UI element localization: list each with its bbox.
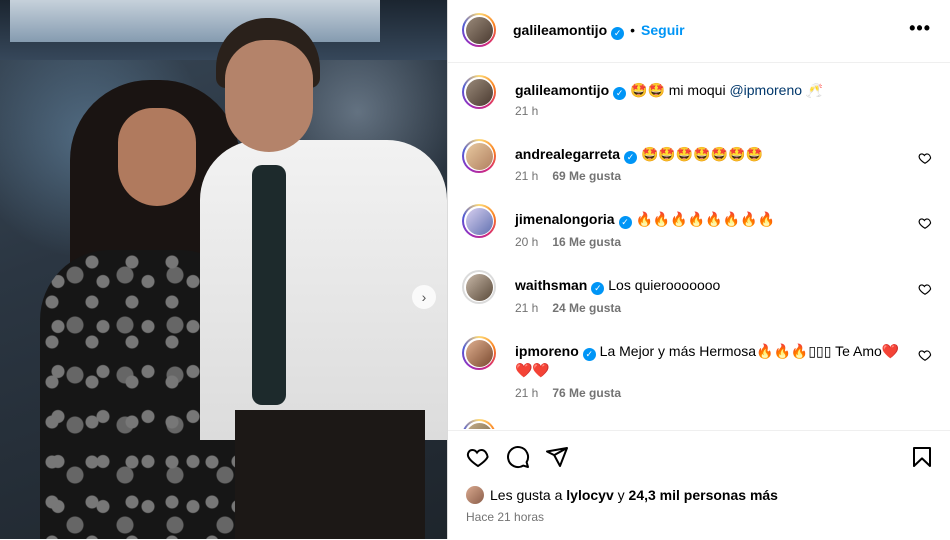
heart-icon[interactable] (466, 445, 490, 469)
comment-time: 20 h (515, 235, 539, 249)
comment-meta: 21 h 76 Me gusta (515, 386, 621, 400)
chevron-right-icon[interactable]: › (412, 285, 436, 309)
man-tie (252, 165, 286, 405)
share-icon[interactable] (545, 445, 569, 469)
separator-dot: • (630, 22, 636, 38)
comment-likes[interactable]: 24 Me gusta (552, 301, 621, 315)
likes-user[interactable]: lylocyv (566, 487, 613, 503)
post-image[interactable]: › (0, 0, 447, 539)
comment-username[interactable]: jimenalongoria (515, 211, 615, 227)
heart-icon[interactable] (918, 348, 932, 362)
comment-username[interactable]: waithsman (515, 277, 587, 293)
comments-list[interactable]: galileamontijo ✓ 🤩🤩 mi moqui @ipmoreno 🥂 … (448, 63, 950, 429)
likes-count[interactable]: 24,3 mil personas más (629, 487, 778, 503)
comment-username[interactable]: ipmoreno (515, 343, 579, 359)
heart-icon[interactable] (918, 151, 932, 165)
man-pants (235, 410, 425, 539)
caption-emoji: 🥂 (802, 82, 824, 98)
comment-body-continued: ❤️❤️ (515, 362, 550, 378)
comment-username[interactable]: andrealegarreta (515, 146, 620, 162)
avatar[interactable] (462, 139, 496, 173)
verified-icon: ✓ (582, 348, 596, 361)
avatar[interactable] (466, 486, 484, 504)
avatar[interactable] (462, 204, 496, 238)
woman-face (118, 108, 196, 206)
likes-summary: Les gusta a lylocyv y 24,3 mil personas … (466, 486, 778, 504)
comment-text: jimenalongoria ✓ 🔥🔥🔥🔥🔥🔥🔥🔥 (515, 210, 915, 229)
comment-time: 21 h (515, 386, 539, 400)
post-username[interactable]: galileamontijo (513, 22, 607, 38)
likes-mid: y (613, 487, 629, 503)
avatar[interactable] (462, 336, 496, 370)
more-icon[interactable]: ••• (909, 18, 931, 39)
comment-text: ipmoreno ✓ La Mejor y más Hermosa🔥🔥🔥▯▯▯ T… (515, 342, 915, 380)
comment-body: La Mejor y más Hermosa🔥🔥🔥▯▯▯ Te Amo❤️ (599, 343, 900, 359)
heart-icon[interactable] (918, 216, 932, 230)
avatar[interactable] (462, 75, 496, 109)
avatar[interactable] (462, 270, 496, 304)
caption: galileamontijo ✓ 🤩🤩 mi moqui @ipmoreno 🥂 … (462, 75, 932, 125)
post-panel: galileamontijo ✓ • Seguir ••• galileamontij… (447, 0, 950, 539)
comment-meta: 20 h 16 Me gusta (515, 235, 621, 249)
list-item: waithsman ✓ Los quierooooooo 21 h 24 Me gu… (462, 270, 932, 322)
comment-likes[interactable]: 69 Me gusta (552, 169, 621, 183)
caption-body: 🤩🤩 mi moqui (630, 82, 730, 98)
comment-body: 🔥🔥🔥🔥🔥🔥🔥🔥 (635, 211, 775, 227)
list-item (462, 419, 932, 429)
image-screen (10, 0, 380, 42)
mention-link[interactable]: @ipmoreno (729, 82, 802, 98)
comment-body: 🤩🤩🤩🤩🤩🤩🤩 (640, 146, 763, 162)
avatar[interactable] (462, 13, 496, 47)
verified-icon: ✓ (618, 216, 632, 229)
comment-likes[interactable]: 16 Me gusta (552, 235, 621, 249)
verified-icon: ✓ (591, 282, 605, 295)
caption-time: 21 h (515, 104, 539, 118)
post-actions: Les gusta a lylocyv y 24,3 mil personas … (448, 430, 950, 540)
comment-likes[interactable]: 76 Me gusta (552, 386, 621, 400)
comment-text: andrealegarreta ✓ 🤩🤩🤩🤩🤩🤩🤩 (515, 145, 915, 164)
comment-meta: 21 h 24 Me gusta (515, 301, 621, 315)
caption-text: galileamontijo ✓ 🤩🤩 mi moqui @ipmoreno 🥂 (515, 81, 915, 100)
post-header: galileamontijo ✓ • Seguir ••• (448, 0, 950, 63)
comment-meta: 21 h 69 Me gusta (515, 169, 621, 183)
bookmark-icon[interactable] (910, 445, 934, 469)
comment-time: 21 h (515, 301, 539, 315)
follow-button[interactable]: Seguir (641, 22, 685, 38)
comment-time: 21 h (515, 169, 539, 183)
heart-icon[interactable] (918, 282, 932, 296)
man-face (225, 40, 313, 152)
caption-username[interactable]: galileamontijo (515, 82, 609, 98)
comment-text: waithsman ✓ Los quierooooooo (515, 276, 915, 295)
list-item: jimenalongoria ✓ 🔥🔥🔥🔥🔥🔥🔥🔥 20 h 16 Me gusta (462, 204, 932, 256)
verified-icon: ✓ (613, 87, 627, 100)
likes-prefix: Les gusta a (490, 487, 567, 503)
post-timestamp: Hace 21 horas (466, 510, 545, 524)
avatar[interactable] (462, 419, 496, 429)
list-item: andrealegarreta ✓ 🤩🤩🤩🤩🤩🤩🤩 21 h 69 Me gusta (462, 139, 932, 191)
list-item: ipmoreno ✓ La Mejor y más Hermosa🔥🔥🔥▯▯▯ T… (462, 336, 932, 408)
verified-icon: ✓ (624, 151, 638, 164)
verified-icon: ✓ (611, 27, 625, 40)
comment-icon[interactable] (506, 445, 530, 469)
man-shirt (200, 140, 447, 440)
comment-body: Los quierooooooo (608, 277, 721, 293)
